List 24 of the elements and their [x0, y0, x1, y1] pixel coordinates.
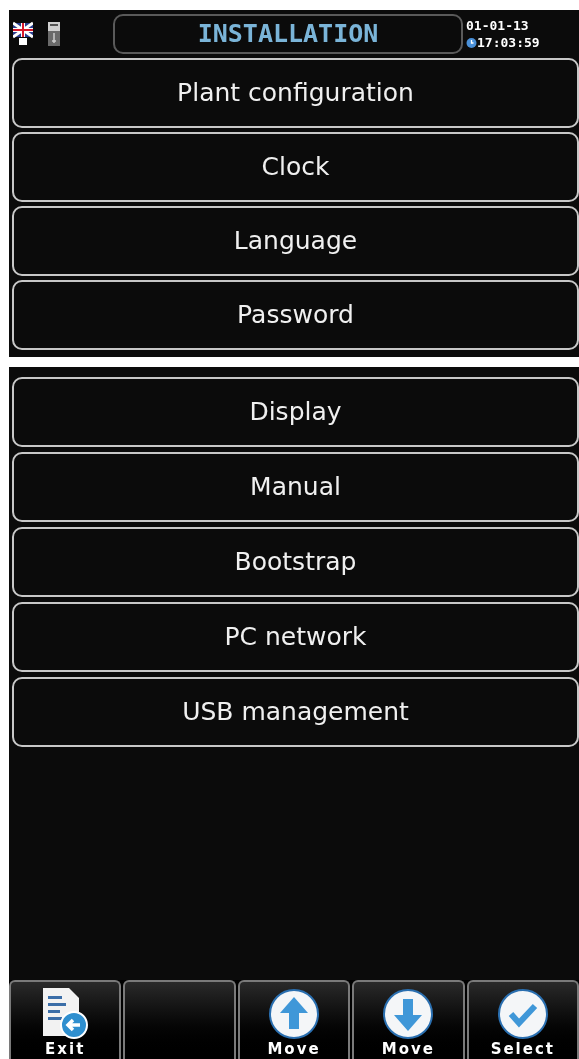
date-text: 01-01-13 — [466, 17, 530, 34]
softkey-button[interactable] — [123, 980, 236, 1059]
menu-item[interactable]: Password — [12, 280, 579, 350]
menu-item[interactable]: Clock — [12, 132, 579, 202]
menu-item[interactable]: PC network — [12, 602, 579, 672]
time-text: 17:03:59 — [477, 34, 540, 51]
document-exit-icon — [41, 986, 90, 1040]
usb-drive-icon — [47, 21, 61, 47]
checkmark-icon — [496, 988, 549, 1040]
menu-item[interactable]: Display — [12, 377, 579, 447]
menu-item[interactable]: USB management — [12, 677, 579, 747]
softkey-button[interactable]: Move — [237, 980, 351, 1059]
clock-icon — [466, 36, 477, 49]
softkey-button[interactable]: Move — [352, 980, 465, 1059]
menu-item[interactable]: Language — [12, 206, 579, 276]
menu-item[interactable]: Manual — [12, 452, 579, 522]
arrow-up-icon — [268, 988, 320, 1040]
arrow-down-icon — [382, 988, 435, 1040]
menu-item[interactable]: Bootstrap — [12, 527, 579, 597]
softkey-button[interactable]: Exit — [9, 980, 122, 1059]
screen-title: INSTALLATION — [197, 18, 379, 51]
uk-flag-icon — [13, 21, 33, 47]
softkey-button[interactable]: Select — [466, 980, 579, 1059]
menu-item[interactable]: Plant configuration — [12, 58, 579, 128]
